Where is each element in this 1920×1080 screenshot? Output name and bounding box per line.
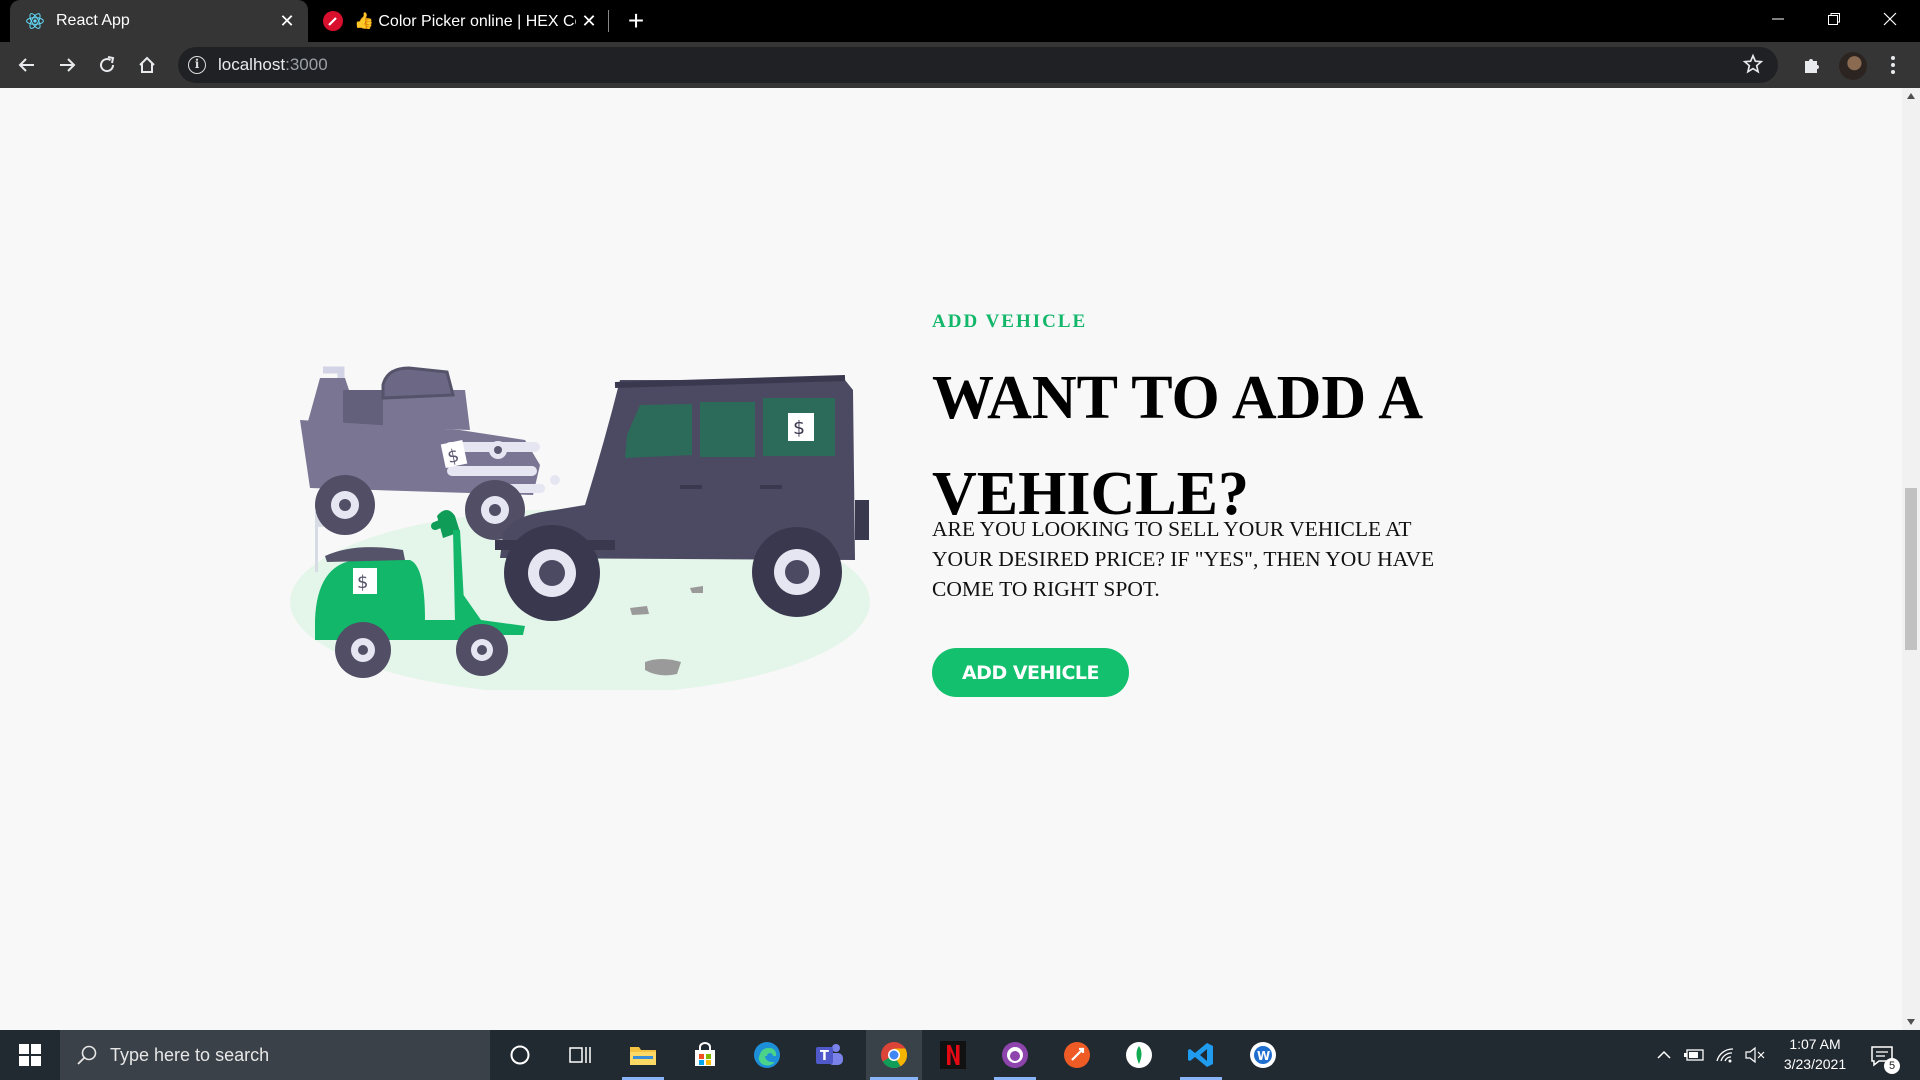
new-tab-button[interactable]: +: [620, 6, 652, 38]
home-icon: [139, 56, 155, 73]
browser-toolbar: i localhost :3000: [0, 42, 1920, 88]
task-view-icon[interactable]: [555, 1030, 605, 1080]
scroll-down-arrow-icon[interactable]: [1907, 1019, 1915, 1025]
close-tab-icon[interactable]: ✕: [576, 8, 602, 34]
tab-color-picker[interactable]: 👍 Color Picker online | HEX Colo ✕: [312, 0, 610, 42]
notification-count-badge: 5: [1884, 1058, 1900, 1074]
url-port: :3000: [285, 55, 328, 74]
section-eyebrow: ADD VEHICLE: [932, 311, 1088, 332]
close-tab-icon[interactable]: ✕: [274, 8, 300, 34]
edge-icon[interactable]: [742, 1030, 792, 1080]
home-button[interactable]: [131, 49, 163, 81]
back-button[interactable]: [11, 49, 43, 81]
price-tag: $: [357, 572, 368, 593]
back-arrow-icon: [18, 58, 34, 72]
reload-icon: [100, 56, 115, 73]
windows-logo-icon: [19, 1044, 41, 1066]
teams-icon[interactable]: T: [804, 1030, 854, 1080]
profile-avatar[interactable]: [1839, 52, 1867, 80]
forward-arrow-icon: [60, 58, 76, 72]
more-menu-icon[interactable]: [1877, 49, 1909, 81]
wifi-icon[interactable]: [1712, 1030, 1738, 1080]
cortana-icon[interactable]: [495, 1030, 545, 1080]
restore-button[interactable]: [1806, 0, 1862, 38]
vehicles-illustration: $ $ $: [290, 366, 870, 690]
store-icon[interactable]: [680, 1030, 730, 1080]
add-vehicle-button[interactable]: ADD VEHICLE: [932, 648, 1129, 697]
reload-button[interactable]: [91, 49, 123, 81]
react-icon: [24, 10, 46, 32]
system-clock[interactable]: 1:07 AM 3/23/2021: [1770, 1034, 1860, 1074]
github-desktop-icon[interactable]: [990, 1030, 1040, 1080]
address-bar[interactable]: i localhost :3000: [178, 47, 1778, 83]
tab-title: 👍 Color Picker online | HEX Colo: [354, 13, 576, 30]
show-hidden-icons-chevron-icon[interactable]: [1652, 1030, 1676, 1080]
battery-icon[interactable]: [1682, 1030, 1708, 1080]
svg-text:W: W: [1257, 1049, 1270, 1063]
clock-time: 1:07 AM: [1789, 1036, 1841, 1052]
tab-title: React App: [56, 12, 130, 29]
scrollbar-thumb[interactable]: [1905, 488, 1917, 650]
extensions-puzzle-icon[interactable]: [1796, 49, 1828, 81]
scroll-up-arrow-icon[interactable]: [1907, 93, 1915, 99]
clock-date: 3/23/2021: [1783, 1056, 1847, 1072]
search-placeholder: Type here to search: [110, 1044, 270, 1065]
price-tag: $: [793, 417, 805, 439]
search-icon: [77, 1045, 97, 1065]
svg-text:T: T: [820, 1049, 829, 1064]
chrome-icon[interactable]: [866, 1030, 922, 1080]
tab-separator: [608, 10, 609, 32]
url-host: localhost: [218, 55, 286, 74]
mongodb-compass-icon[interactable]: [1114, 1030, 1164, 1080]
color-picker-icon: [322, 10, 344, 32]
action-center-icon[interactable]: 5: [1866, 1040, 1900, 1074]
netflix-icon[interactable]: [928, 1030, 978, 1080]
volume-muted-icon[interactable]: [1742, 1030, 1768, 1080]
page-scrollbar[interactable]: [1902, 88, 1920, 1030]
tab-react-app[interactable]: React App ✕: [10, 0, 308, 42]
postman-icon[interactable]: [1052, 1030, 1102, 1080]
windows-taskbar: Type here to search T W 1:07 AM 3/23/202…: [0, 1030, 1920, 1080]
minimize-button[interactable]: [1750, 0, 1806, 38]
start-button[interactable]: [0, 1030, 60, 1080]
site-info-icon[interactable]: i: [188, 56, 206, 74]
forward-button[interactable]: [51, 49, 83, 81]
file-explorer-icon[interactable]: [618, 1030, 668, 1080]
wps-icon[interactable]: W: [1238, 1030, 1288, 1080]
page-description: ARE YOU LOOKING TO SELL YOUR VEHICLE AT …: [932, 517, 1435, 601]
bookmark-star-icon[interactable]: [1742, 53, 1764, 80]
vscode-icon[interactable]: [1176, 1030, 1226, 1080]
taskbar-search-box[interactable]: Type here to search: [60, 1030, 490, 1080]
close-window-button[interactable]: [1862, 0, 1918, 38]
browser-tab-strip: React App ✕ 👍 Color Picker online | HEX …: [0, 0, 1920, 42]
